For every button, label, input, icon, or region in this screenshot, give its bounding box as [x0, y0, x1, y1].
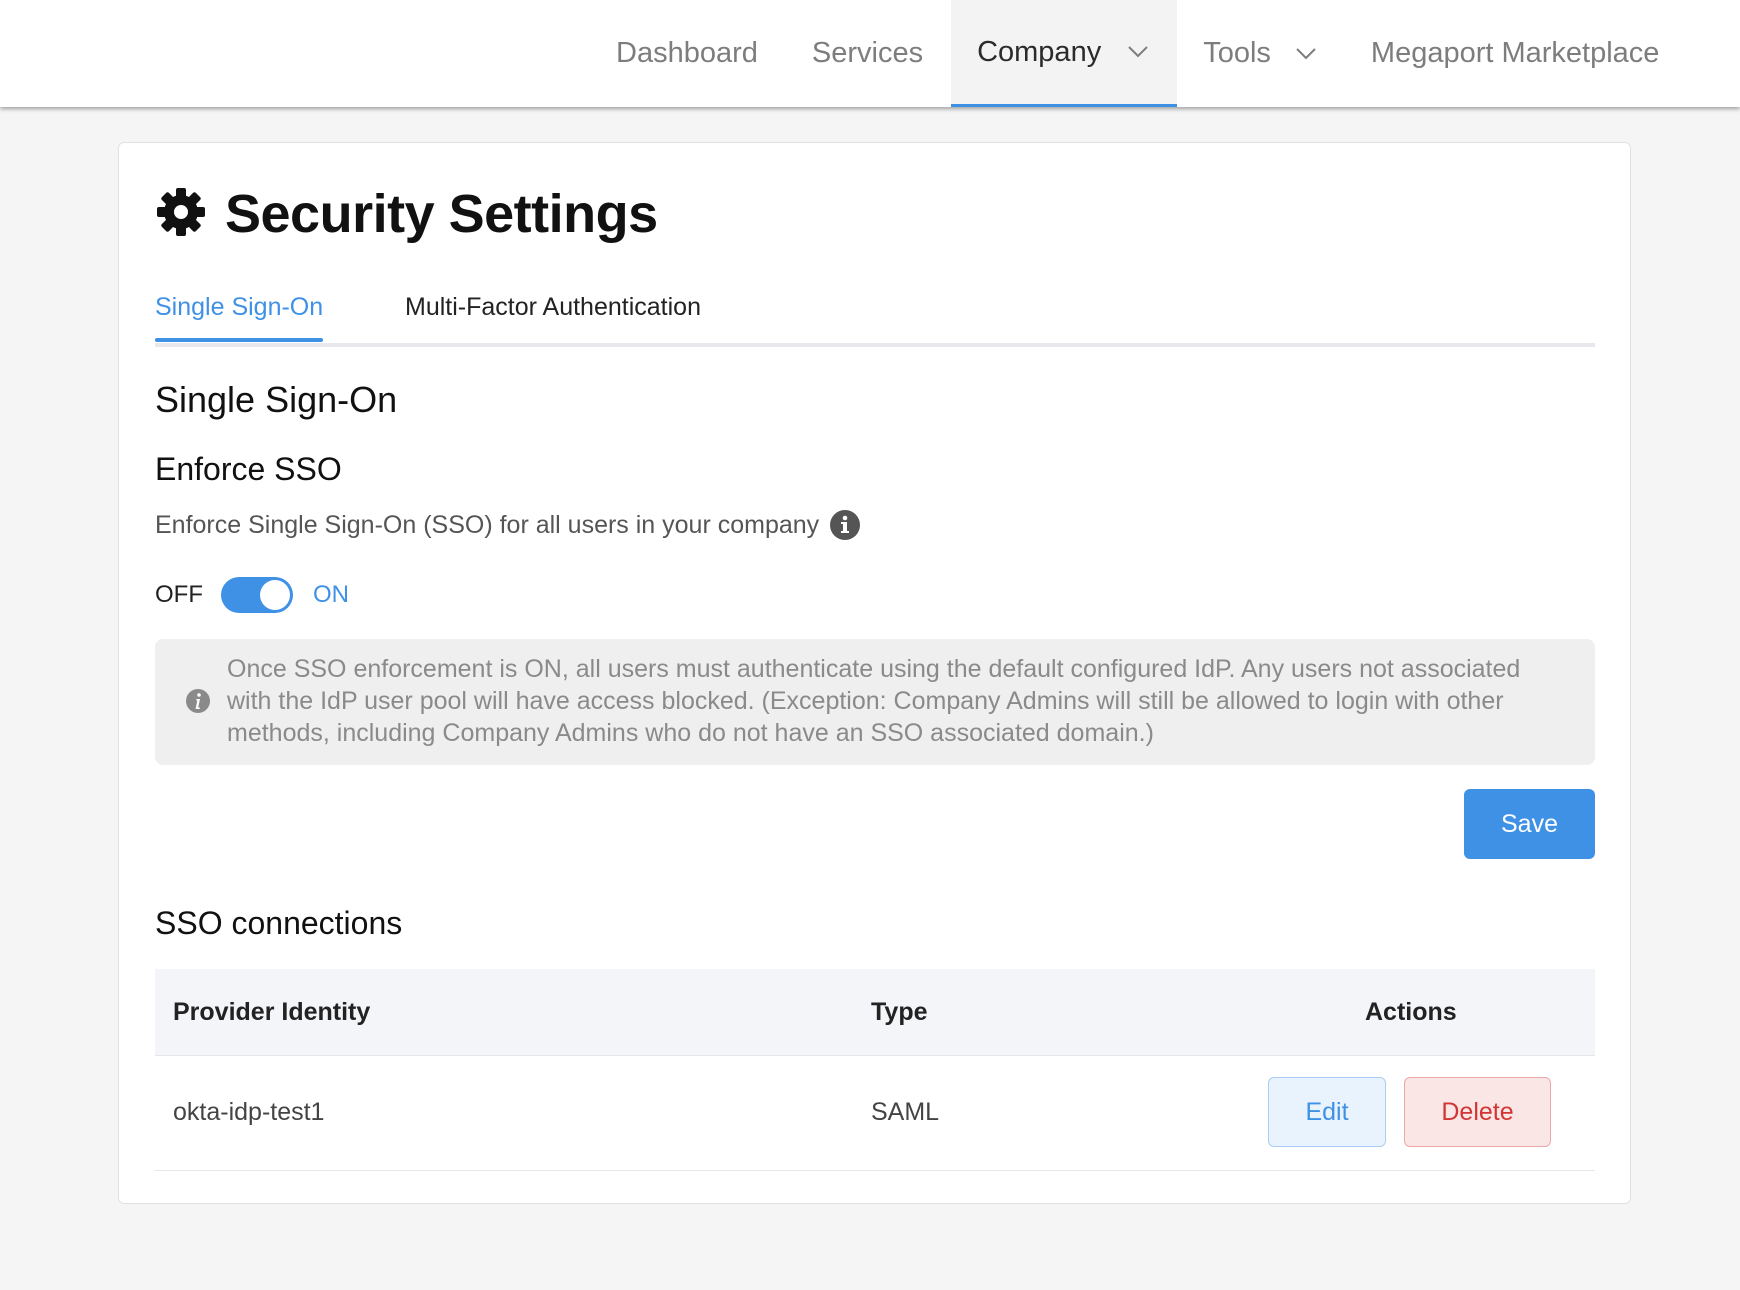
table-header: Provider Identity Type Actions — [155, 969, 1595, 1056]
save-button[interactable]: Save — [1464, 789, 1595, 859]
nav-item-label: Tools — [1203, 37, 1271, 69]
chevron-down-icon — [1295, 47, 1317, 61]
nav-item-megaport-marketplace[interactable]: Megaport Marketplace — [1345, 0, 1688, 107]
notice-text: Once SSO enforcement is ON, all users mu… — [227, 655, 1521, 747]
info-icon — [185, 688, 211, 719]
toggle-on-label: ON — [313, 581, 349, 608]
enforce-sso-description-text: Enforce Single Sign-On (SSO) for all use… — [155, 510, 820, 539]
page-title-row: Security Settings — [155, 183, 658, 245]
column-header-provider-identity: Provider Identity — [173, 997, 371, 1026]
nav-item-label: Megaport Marketplace — [1370, 37, 1660, 69]
nav-item-dashboard[interactable]: Dashboard — [590, 0, 786, 107]
enforce-sso-description: Enforce Single Sign-On (SSO) for all use… — [155, 509, 861, 541]
nav-item-tools[interactable]: Tools — [1177, 0, 1345, 107]
nav-item-services[interactable]: Services — [786, 0, 951, 107]
info-icon[interactable] — [829, 509, 861, 541]
sso-enforcement-notice: Once SSO enforcement is ON, all users mu… — [155, 639, 1595, 765]
provider-identity-cell: okta-idp-test1 — [173, 1098, 325, 1126]
section-heading-sso: Single Sign-On — [155, 379, 398, 420]
tab-multi-factor-authentication[interactable]: Multi-Factor Authentication — [405, 293, 701, 322]
nav-item-label: Services — [811, 37, 924, 69]
chevron-down-icon — [1127, 45, 1149, 59]
tab-single-sign-on[interactable]: Single Sign-On — [155, 293, 324, 342]
nav-item-label: Company — [977, 35, 1102, 68]
toggle-knob — [260, 580, 290, 610]
nav-item-label: Dashboard — [616, 37, 758, 69]
top-navigation-bar: Dashboard Services Company Tools Megapor… — [0, 0, 1740, 107]
edit-button[interactable]: Edit — [1268, 1077, 1386, 1147]
nav-item-company[interactable]: Company — [951, 0, 1178, 107]
enforce-sso-toggle[interactable] — [221, 577, 293, 613]
table-row: okta-idp-test1 SAML Edit Delete — [155, 1056, 1595, 1171]
type-cell: SAML — [871, 1098, 940, 1126]
delete-button[interactable]: Delete — [1404, 1077, 1551, 1147]
sso-connections-table: Provider Identity Type Actions okta-idp-… — [155, 969, 1595, 1171]
column-header-actions: Actions — [1365, 997, 1457, 1026]
enforce-sso-title: Enforce SSO — [155, 451, 342, 487]
toggle-off-label: OFF — [155, 581, 203, 608]
column-header-type: Type — [871, 997, 928, 1026]
security-settings-card: Security Settings Single Sign-On Multi-F… — [118, 142, 1631, 1204]
settings-tabs: Single Sign-On Multi-Factor Authenticati… — [155, 293, 1595, 347]
enforce-sso-toggle-row: OFF ON — [155, 577, 349, 613]
page-title: Security Settings — [225, 184, 658, 244]
gear-icon — [155, 186, 207, 243]
main-nav: Dashboard Services Company Tools Megapor… — [590, 0, 1687, 107]
sso-connections-heading: SSO connections — [155, 905, 403, 941]
